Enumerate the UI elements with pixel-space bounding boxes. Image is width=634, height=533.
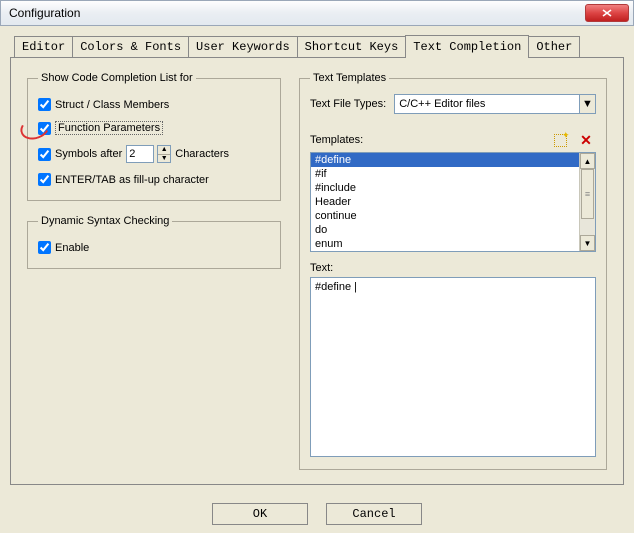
spinner-down-icon[interactable]: ▼ — [158, 155, 170, 163]
syntax-enable-label: Enable — [55, 242, 89, 254]
ok-button[interactable]: OK — [212, 503, 308, 525]
syntax-enable-checkbox[interactable] — [38, 241, 51, 254]
file-types-label: Text File Types: — [310, 98, 386, 110]
funcparams-checkbox[interactable] — [38, 122, 51, 135]
symbols-checkbox[interactable] — [38, 148, 51, 161]
dialog-body: Editor Colors & Fonts User Keywords Shor… — [0, 26, 634, 533]
struct-label: Struct / Class Members — [55, 99, 169, 111]
left-column: Show Code Completion List for Struct / C… — [25, 72, 283, 470]
list-item[interactable]: enum — [311, 237, 579, 251]
button-row: OK Cancel — [0, 503, 634, 525]
tab-text-completion[interactable]: Text Completion — [405, 35, 529, 58]
templates-label: Templates: — [310, 134, 363, 146]
new-template-button[interactable] — [550, 130, 570, 150]
template-text-label: Text: — [310, 262, 596, 274]
cancel-button[interactable]: Cancel — [326, 503, 422, 525]
syntax-legend: Dynamic Syntax Checking — [38, 215, 172, 227]
list-item[interactable]: #define — [311, 153, 579, 167]
tab-editor[interactable]: Editor — [14, 36, 73, 57]
spinner-up-icon[interactable]: ▲ — [158, 146, 170, 155]
funcparams-label: Function Parameters — [55, 121, 163, 135]
template-text-area[interactable]: #define | — [310, 277, 596, 457]
new-template-icon — [554, 134, 567, 147]
scrollbar[interactable]: ▲ ▼ — [579, 153, 595, 251]
tab-user-keywords[interactable]: User Keywords — [188, 36, 298, 57]
close-button[interactable] — [585, 4, 629, 22]
symbols-suffix: Characters — [175, 148, 229, 160]
templates-items: #define #if #include Header continue do … — [311, 153, 579, 251]
window-title: Configuration — [5, 6, 585, 20]
list-item[interactable]: continue — [311, 209, 579, 223]
symbols-spinner[interactable] — [126, 145, 154, 163]
scroll-thumb[interactable] — [581, 169, 594, 219]
completion-legend: Show Code Completion List for — [38, 72, 196, 84]
tab-strip: Editor Colors & Fonts User Keywords Shor… — [10, 34, 624, 57]
scroll-track[interactable] — [580, 169, 595, 235]
completion-group: Show Code Completion List for Struct / C… — [27, 72, 281, 201]
tab-other[interactable]: Other — [528, 36, 580, 57]
syntax-group: Dynamic Syntax Checking Enable — [27, 215, 281, 269]
list-item[interactable]: do — [311, 223, 579, 237]
scroll-down-icon[interactable]: ▼ — [580, 235, 595, 251]
list-item[interactable]: Header — [311, 195, 579, 209]
symbols-prefix: Symbols after — [55, 148, 122, 160]
file-types-combo[interactable]: C/C++ Editor files ▼ — [394, 94, 596, 114]
list-item[interactable]: #include — [311, 181, 579, 195]
entertab-label: ENTER/TAB as fill-up character — [55, 174, 209, 186]
entertab-checkbox[interactable] — [38, 173, 51, 186]
struct-checkbox[interactable] — [38, 98, 51, 111]
tab-panel: Show Code Completion List for Struct / C… — [10, 57, 624, 485]
text-templates-group: Text Templates Text File Types: C/C++ Ed… — [299, 72, 607, 470]
tab-colors-fonts[interactable]: Colors & Fonts — [72, 36, 189, 57]
tab-shortcut-keys[interactable]: Shortcut Keys — [297, 36, 407, 57]
delete-icon: ✕ — [580, 132, 592, 149]
file-types-value: C/C++ Editor files — [395, 98, 579, 110]
chevron-down-icon[interactable]: ▼ — [579, 95, 595, 113]
delete-template-button[interactable]: ✕ — [576, 130, 596, 150]
spinner-arrows[interactable]: ▲ ▼ — [157, 145, 171, 163]
close-icon — [602, 9, 612, 17]
text-templates-legend: Text Templates — [310, 72, 389, 84]
templates-listbox[interactable]: #define #if #include Header continue do … — [310, 152, 596, 252]
scroll-up-icon[interactable]: ▲ — [580, 153, 595, 169]
list-item[interactable]: #if — [311, 167, 579, 181]
title-bar: Configuration — [0, 0, 634, 26]
